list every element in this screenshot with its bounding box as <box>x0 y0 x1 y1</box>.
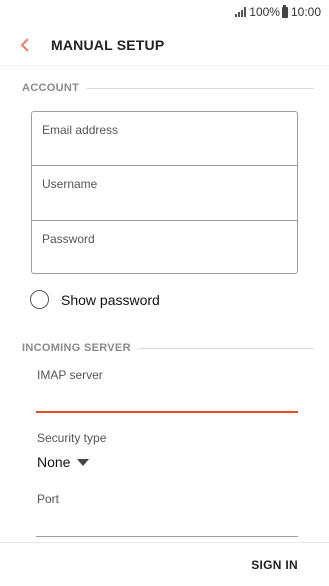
username-field-placeholder: Username <box>42 177 98 192</box>
password-field[interactable]: Password <box>32 221 297 275</box>
account-header-label: ACCOUNT <box>22 82 80 94</box>
password-field-placeholder: Password <box>42 231 95 246</box>
incoming-server-section-header: INCOMING SERVER <box>22 342 314 354</box>
port-label: Port <box>37 492 60 506</box>
battery-percent: 100% <box>249 5 280 19</box>
username-field[interactable]: Username <box>32 166 297 221</box>
back-button[interactable] <box>5 24 45 66</box>
account-section-header: ACCOUNT <box>22 82 314 94</box>
sign-in-button[interactable]: SIGN IN <box>251 558 298 572</box>
battery-icon <box>281 4 288 18</box>
app-bar: MANUAL SETUP <box>0 24 329 66</box>
imap-server-input[interactable] <box>36 411 298 413</box>
page-title: MANUAL SETUP <box>51 36 165 53</box>
security-type-dropdown[interactable]: None <box>37 454 90 470</box>
email-field[interactable]: Email address <box>32 112 297 167</box>
section-divider <box>138 347 314 349</box>
email-field-placeholder: Email address <box>42 123 119 137</box>
section-divider <box>87 87 314 89</box>
account-fields-group: Email address Username Password <box>31 111 298 274</box>
security-type-value: None <box>37 454 71 470</box>
port-input[interactable] <box>36 536 298 537</box>
security-type-label: Security type <box>37 431 107 445</box>
clock: 10:00 <box>290 5 321 19</box>
status-bar: 100% 10:00 <box>0 0 329 24</box>
bottom-action-bar: SIGN IN <box>0 542 329 586</box>
show-password-toggle[interactable]: Show password <box>30 290 160 309</box>
back-arrow-icon <box>20 37 29 52</box>
show-password-label: Show password <box>61 291 160 308</box>
show-password-checkbox[interactable] <box>30 290 49 309</box>
dropdown-arrow-icon <box>77 458 90 466</box>
imap-server-label: IMAP server <box>37 368 103 382</box>
signal-icon <box>235 7 247 17</box>
incoming-server-header-label: INCOMING SERVER <box>22 342 131 354</box>
